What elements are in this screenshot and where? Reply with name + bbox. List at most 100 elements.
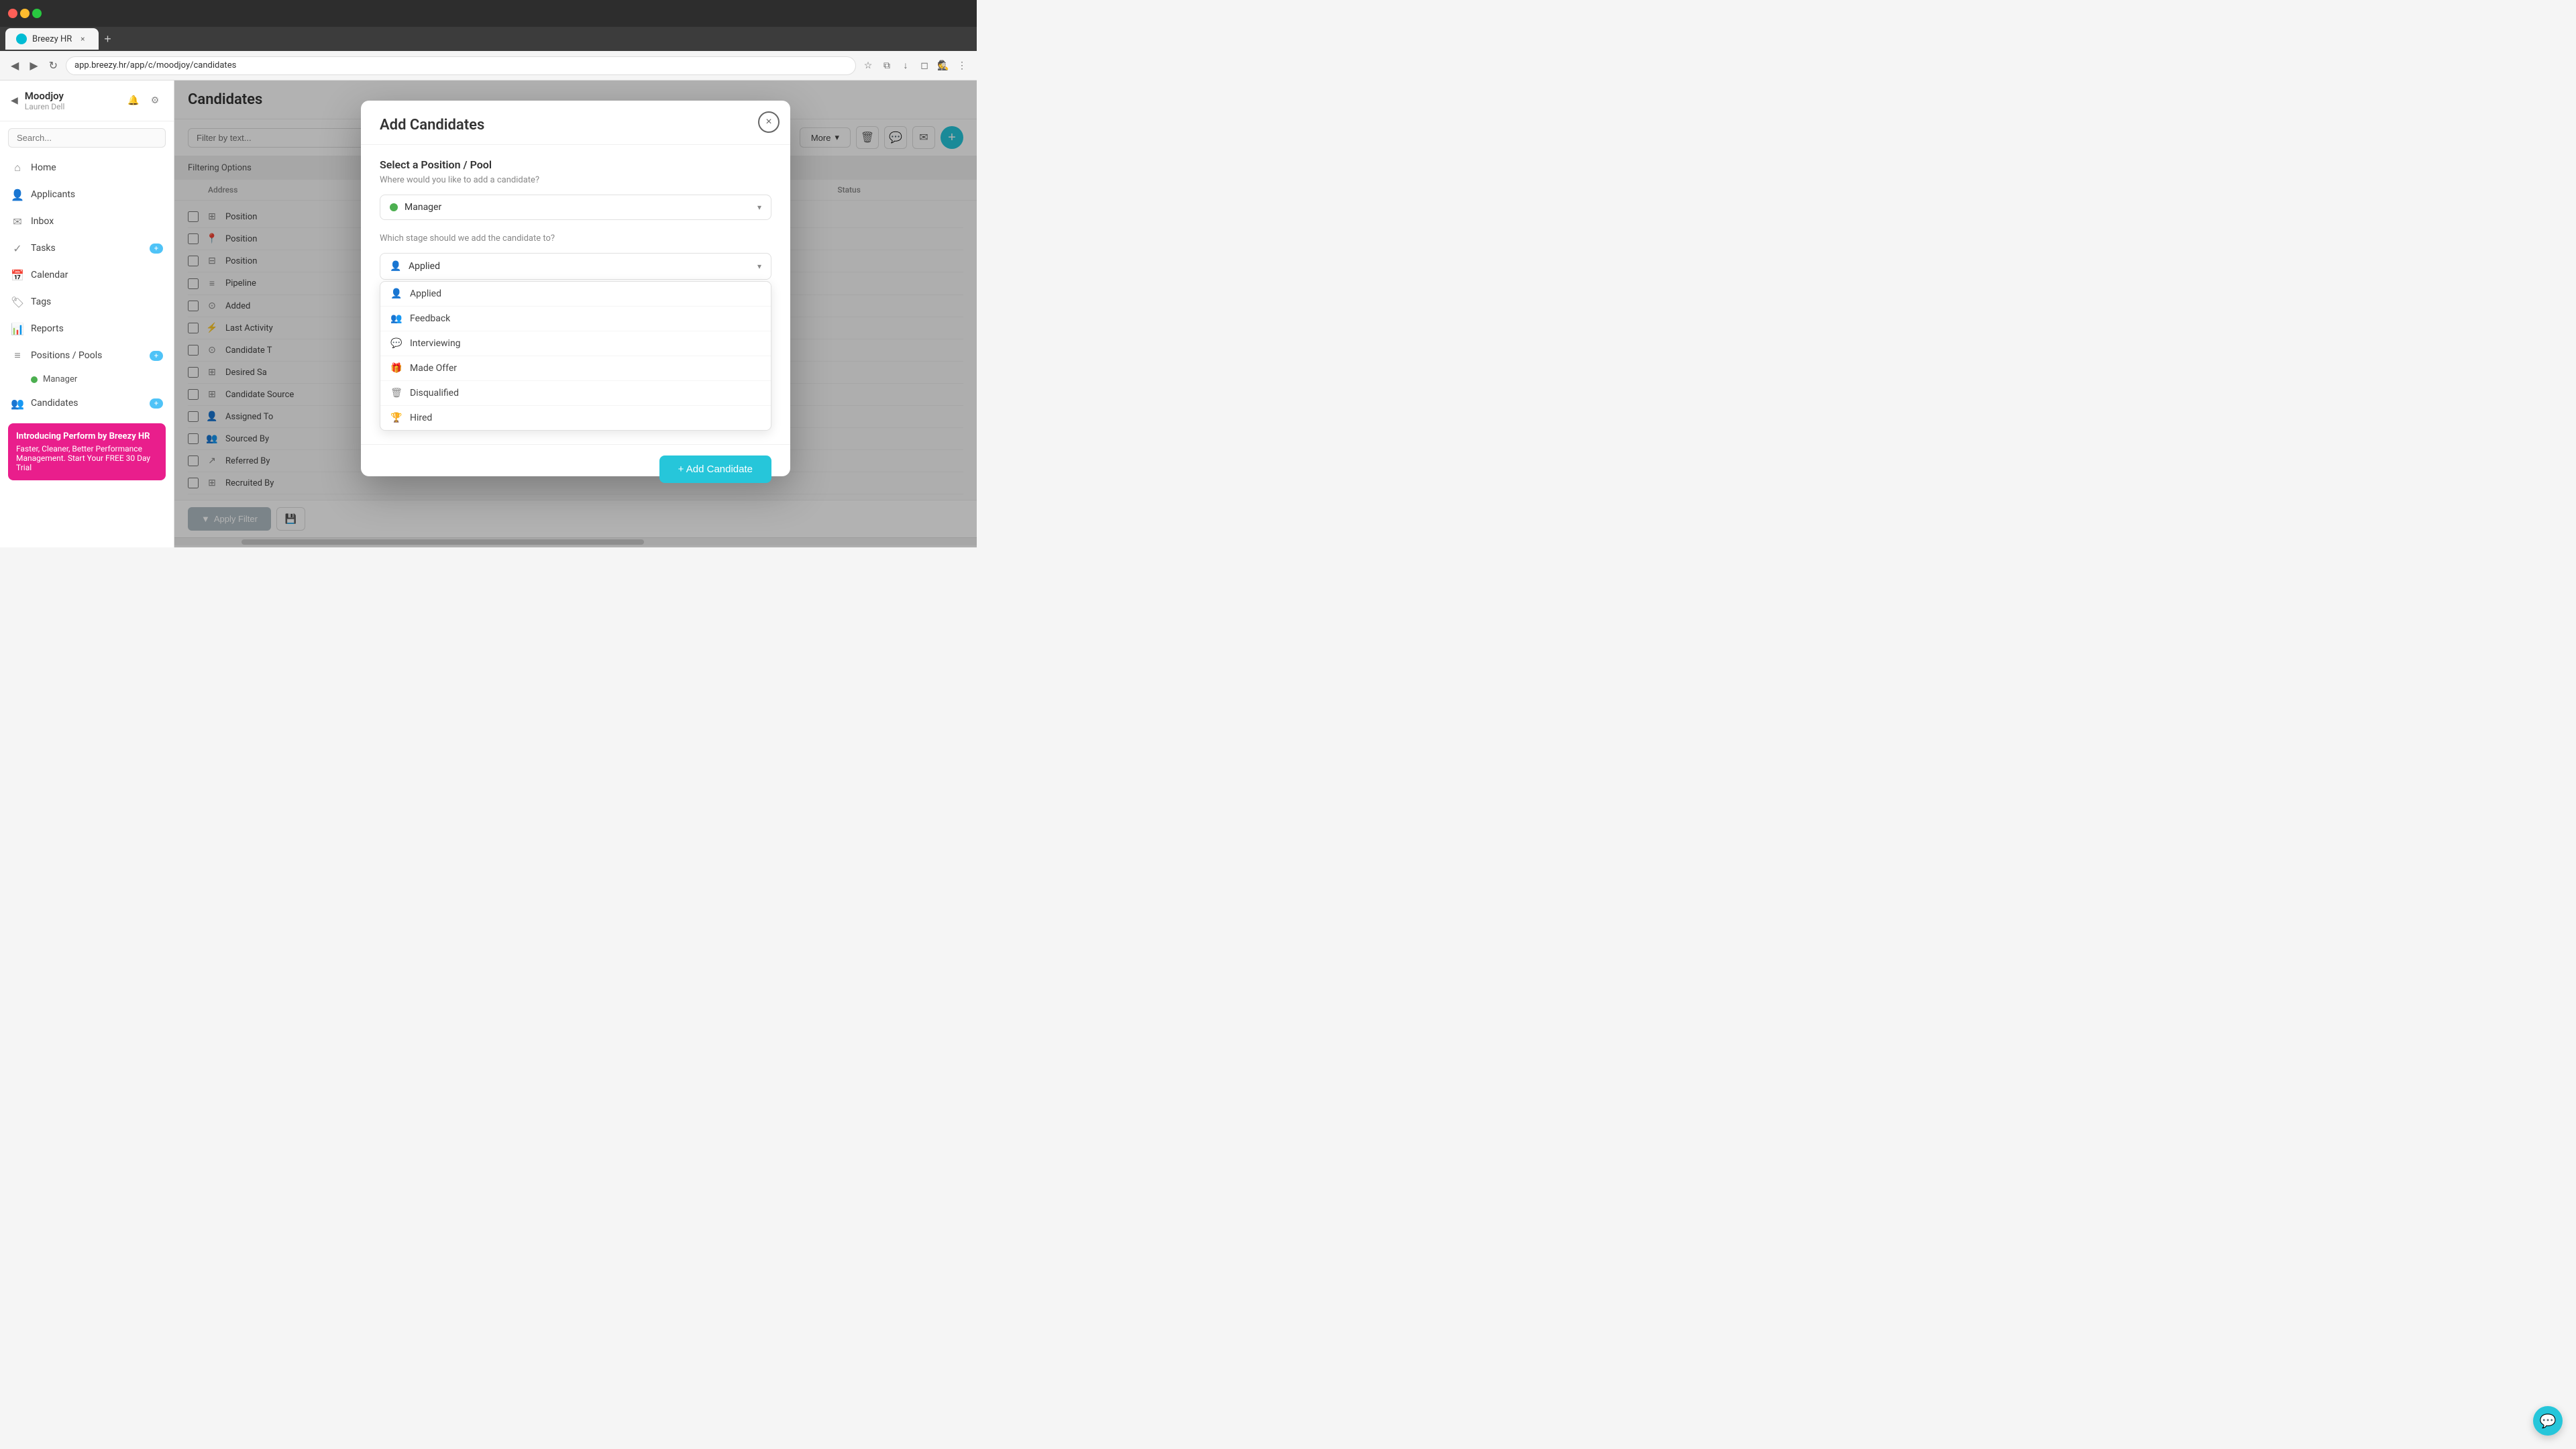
stage-dropdown-arrow: ▾ xyxy=(757,262,761,271)
stage-disqualified-label: Disqualified xyxy=(410,388,459,398)
content-area: Candidates More ▾ 🗑 💬 ✉ + Filtering Opti… xyxy=(174,80,977,547)
download-icon[interactable]: ↓ xyxy=(899,59,912,72)
modal-overlay: Add Candidates × Select a Position / Poo… xyxy=(174,80,977,547)
sidebar-item-candidates[interactable]: 👥 Candidates + xyxy=(0,390,174,417)
promo-banner[interactable]: Introducing Perform by Breezy HR Faster,… xyxy=(8,423,166,480)
incognito-icon: 🕵 xyxy=(936,59,950,72)
inbox-icon: ✉ xyxy=(11,215,24,228)
stage-made-offer-icon: 🎁 xyxy=(390,363,403,374)
sidebar-item-positions-pools[interactable]: ≡ Positions / Pools + xyxy=(0,342,174,369)
forward-button[interactable]: ▶ xyxy=(27,56,40,75)
window-close-button[interactable] xyxy=(8,9,17,18)
position-status-dot xyxy=(390,203,398,211)
sidebar-item-tags[interactable]: 🏷 Tags xyxy=(0,288,174,315)
chat-button[interactable]: 💬 xyxy=(2533,1406,2563,1436)
window-controls xyxy=(8,9,42,18)
tasks-badge: + xyxy=(150,244,163,254)
chat-icon: 💬 xyxy=(2540,1413,2557,1429)
company-name: Moodjoy xyxy=(25,90,119,102)
sidebar-item-tags-label: Tags xyxy=(31,297,51,307)
stage-option-made-offer[interactable]: 🎁 Made Offer xyxy=(380,356,771,381)
address-icons: ☆ ⧉ ↓ ◻ 🕵 ⋮ xyxy=(861,59,969,72)
bookmark-icon[interactable]: ☆ xyxy=(861,59,875,72)
promo-title: Introducing Perform by Breezy HR xyxy=(16,431,158,441)
add-candidate-modal-button[interactable]: + Add Candidate xyxy=(659,455,771,483)
sidebar-item-home[interactable]: ⌂ Home xyxy=(0,154,174,181)
stage-applied-icon: 👤 xyxy=(390,288,403,299)
back-button[interactable]: ◀ xyxy=(8,56,21,75)
active-tab[interactable]: Breezy HR × xyxy=(5,28,99,50)
sidebar-item-calendar[interactable]: 📅 Calendar xyxy=(0,262,174,288)
sidebar-item-positions-pools-label: Positions / Pools xyxy=(31,350,102,361)
sidebar-item-reports[interactable]: 📊 Reports xyxy=(0,315,174,342)
sidebar-sub-item-manager[interactable]: Manager xyxy=(0,369,174,390)
extensions-icon[interactable]: ⧉ xyxy=(880,59,894,72)
position-dropdown[interactable]: Manager ▾ xyxy=(380,195,771,220)
promo-body: Faster, Cleaner, Better Performance Mana… xyxy=(16,444,158,472)
sidebar-header: ◀ Moodjoy Lauren Dell 🔔 ⚙ xyxy=(0,80,174,121)
company-user: Lauren Dell xyxy=(25,102,119,111)
menu-icon[interactable]: ⋮ xyxy=(955,59,969,72)
sidebar-sub-item-manager-label: Manager xyxy=(43,374,77,384)
sidebar-item-applicants[interactable]: 👤 Applicants xyxy=(0,181,174,208)
stage-selected-icon: 👤 xyxy=(390,260,402,272)
stage-option-applied[interactable]: 👤 Applied xyxy=(380,282,771,307)
notification-icon[interactable]: 🔔 xyxy=(125,93,142,109)
sidebar-item-applicants-label: Applicants xyxy=(31,189,75,200)
tab-bar: Breezy HR × + xyxy=(0,27,977,51)
sidebar-item-home-label: Home xyxy=(31,162,56,173)
select-position-desc: Where would you like to add a candidate? xyxy=(380,175,771,185)
selected-stage-name: Applied xyxy=(409,261,751,272)
stage-hired-icon: 🏆 xyxy=(390,413,403,423)
selected-position-name: Manager xyxy=(405,202,751,213)
sidebar-item-candidates-label: Candidates xyxy=(31,398,78,409)
stage-applied-label: Applied xyxy=(410,288,441,299)
stage-hired-label: Hired xyxy=(410,413,432,423)
address-bar[interactable]: app.breezy.hr/app/c/moodjoy/candidates xyxy=(66,56,856,75)
profile-icon[interactable]: ◻ xyxy=(918,59,931,72)
sidebar-item-reports-label: Reports xyxy=(31,323,64,334)
stage-option-interviewing[interactable]: 💬 Interviewing xyxy=(380,331,771,356)
sidebar-item-calendar-label: Calendar xyxy=(31,270,68,280)
stage-made-offer-label: Made Offer xyxy=(410,363,457,374)
sidebar-item-tasks[interactable]: ✓ Tasks + xyxy=(0,235,174,262)
applicants-icon: 👤 xyxy=(11,188,24,201)
modal-close-button[interactable]: × xyxy=(758,111,780,133)
select-position-title: Select a Position / Pool xyxy=(380,158,771,171)
new-tab-button[interactable]: + xyxy=(99,32,117,46)
address-bar-row: ◀ ▶ ↻ app.breezy.hr/app/c/moodjoy/candid… xyxy=(0,51,977,80)
window-minimize-button[interactable] xyxy=(20,9,30,18)
sidebar-search-input[interactable] xyxy=(8,128,166,148)
stage-interviewing-label: Interviewing xyxy=(410,338,461,349)
sidebar-item-inbox[interactable]: ✉ Inbox xyxy=(0,208,174,235)
modal-body: Select a Position / Pool Where would you… xyxy=(361,145,790,444)
modal-header: Add Candidates × xyxy=(361,101,790,145)
tab-title: Breezy HR xyxy=(32,34,72,44)
stage-option-hired[interactable]: 🏆 Hired xyxy=(380,406,771,430)
tab-close-button[interactable]: × xyxy=(77,34,88,44)
sidebar-nav: ⌂ Home 👤 Applicants ✉ Inbox ✓ Tasks + 📅 … xyxy=(0,154,174,417)
modal-title: Add Candidates xyxy=(380,117,771,133)
address-text: app.breezy.hr/app/c/moodjoy/candidates xyxy=(74,60,236,70)
candidates-icon: 👥 xyxy=(11,396,24,410)
stage-option-disqualified[interactable]: 🗑 Disqualified xyxy=(380,381,771,406)
positions-pools-badge: + xyxy=(150,351,163,361)
modal-footer: + Add Candidate xyxy=(361,444,790,494)
calendar-icon: 📅 xyxy=(11,268,24,282)
stage-interviewing-icon: 💬 xyxy=(390,338,403,349)
sidebar-header-icons: 🔔 ⚙ xyxy=(125,93,163,109)
sidebar-company: Moodjoy Lauren Dell xyxy=(25,90,119,111)
add-candidates-modal: Add Candidates × Select a Position / Poo… xyxy=(361,101,790,476)
sidebar-item-tasks-label: Tasks xyxy=(31,243,56,254)
stage-question: Which stage should we add the candidate … xyxy=(380,233,771,244)
main-layout: ◀ Moodjoy Lauren Dell 🔔 ⚙ ⌂ Home 👤 Appli… xyxy=(0,80,977,547)
stage-option-feedback[interactable]: 👥 Feedback xyxy=(380,307,771,331)
window-maximize-button[interactable] xyxy=(32,9,42,18)
reports-icon: 📊 xyxy=(11,322,24,335)
stage-options-list: 👤 Applied 👥 Feedback 💬 Interviewing xyxy=(380,281,771,431)
settings-icon[interactable]: ⚙ xyxy=(147,93,163,109)
sidebar-back-button[interactable]: ◀ xyxy=(11,95,18,106)
stage-dropdown[interactable]: 👤 Applied ▾ xyxy=(380,253,771,280)
refresh-button[interactable]: ↻ xyxy=(46,56,60,75)
position-dropdown-arrow: ▾ xyxy=(757,203,761,212)
